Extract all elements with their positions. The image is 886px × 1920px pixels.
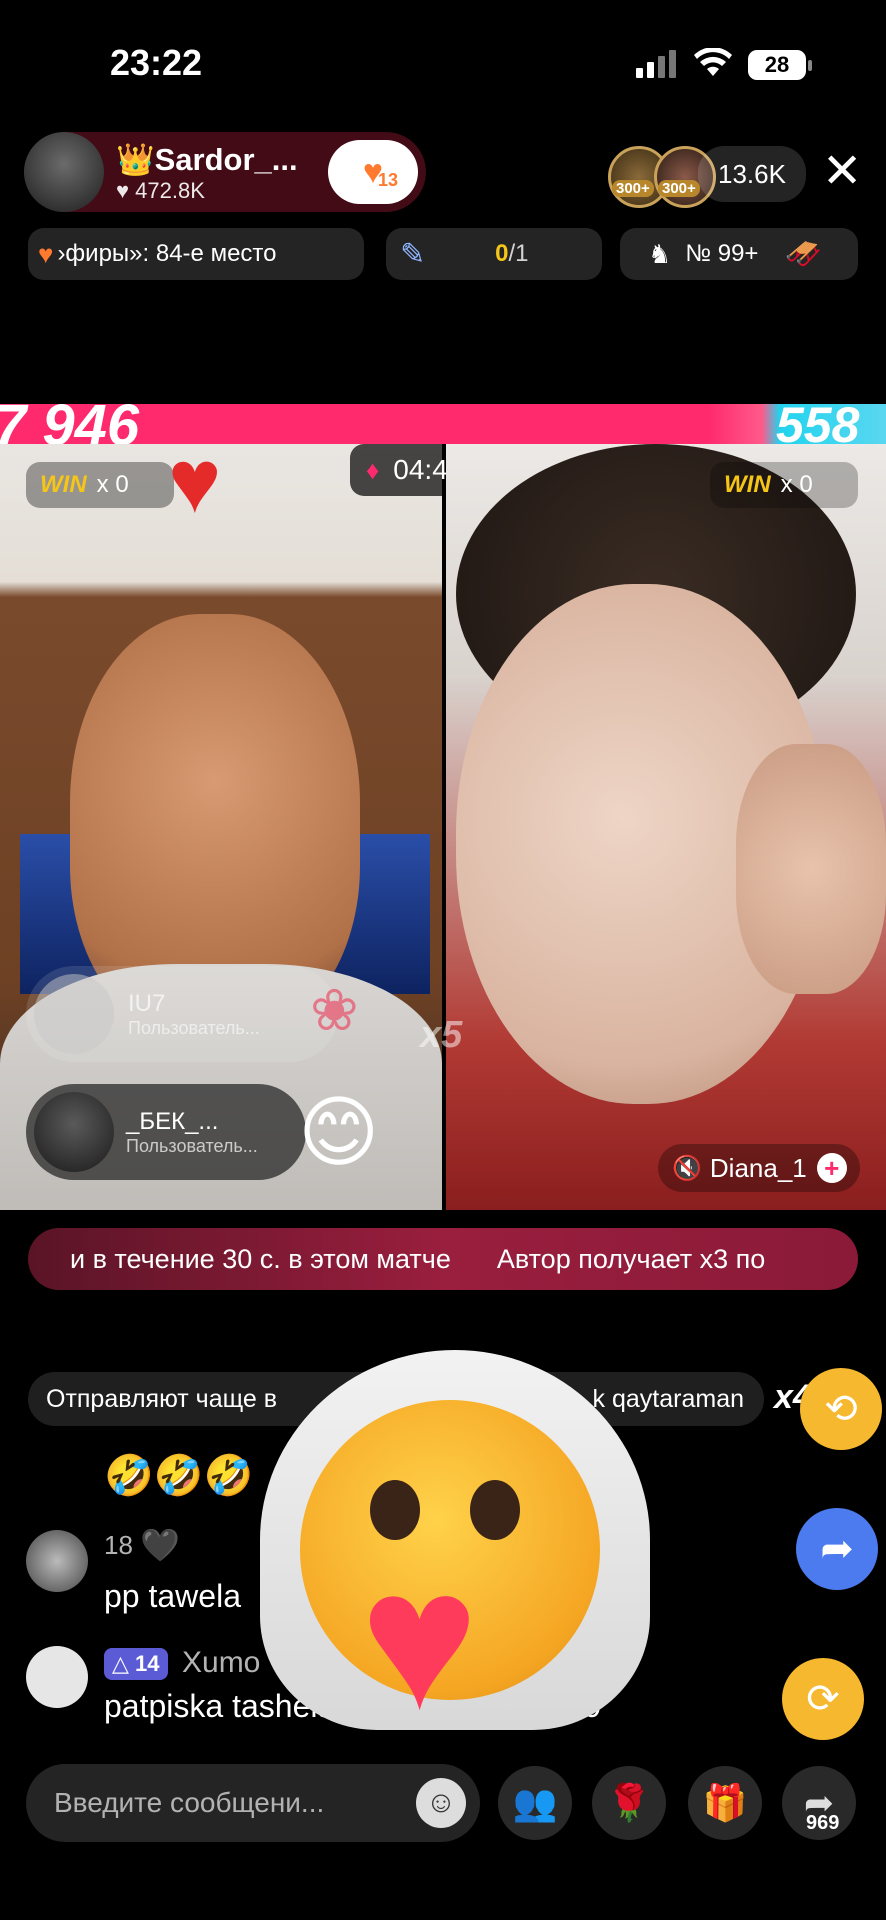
close-icon[interactable]: ✕ [822, 148, 862, 196]
multiplier-x5: x5 [420, 1014, 463, 1056]
battery-level: 28 [764, 52, 790, 77]
share-button[interactable]: ➦ [796, 1508, 878, 1590]
ticker-text-2: Автор получает x3 по [496, 1243, 766, 1274]
right-streamer-tag[interactable]: 🔇 Diana_1 + [658, 1144, 860, 1192]
chat-user-1: 🖤 [140, 1527, 180, 1563]
gift-animation: ♥ [250, 1340, 660, 1760]
wifi-icon [694, 47, 732, 78]
left-win-count: x 0 [96, 471, 129, 498]
host-name: 👑Sardor_... [116, 141, 298, 177]
viewer-count-text: 13.6K [718, 158, 786, 189]
share-count: 969 [806, 1812, 840, 1834]
chat-level-badge-2: △ 14 [104, 1648, 168, 1680]
guest-item-1[interactable]: IU7 Пользователь... [26, 966, 338, 1062]
right-video[interactable] [446, 444, 886, 1210]
battle-ticker: и в течение 30 с. в этом матче Автор пол… [28, 1228, 858, 1290]
gift-button[interactable]: 🎁 [688, 1766, 762, 1840]
message-placeholder: Введите сообщени... [54, 1787, 325, 1818]
chat-level-1: 18 [104, 1530, 133, 1560]
heart-effect: ♥ [168, 432, 222, 532]
right-streamer-name: Diana_1 [709, 1152, 807, 1183]
status-time: 23:22 [110, 42, 203, 83]
ranking-pill[interactable]: ♥ ›фиры»: 84-е место [28, 228, 364, 280]
chat-avatar-1[interactable] [26, 1530, 88, 1592]
guest-avatar-1[interactable] [34, 974, 114, 1054]
host-likes: ♥ 472.8K [116, 177, 205, 203]
repeat-gift-button[interactable]: ⟲ [800, 1368, 882, 1450]
chat-avatar-2[interactable] [26, 1646, 88, 1708]
right-win-label: WIN [724, 471, 771, 498]
sleigh-icon: 🛷 [784, 237, 822, 271]
rank-number: № 99+ [685, 240, 759, 267]
muted-speaker-icon: 🔇 [672, 1154, 702, 1182]
guest-avatar-2[interactable] [34, 1092, 114, 1172]
feather-icon: ✎ [400, 237, 426, 271]
viewer-count[interactable]: 13.6K [698, 146, 806, 202]
follow-button[interactable]: ♥ 13 [328, 140, 418, 204]
broken-heart-icon: ♥ [38, 238, 54, 269]
guest-sub-2: Пользователь... [126, 1135, 258, 1156]
challenge-pill[interactable]: ✎ 0/1 [386, 228, 602, 280]
chat-text-1: pp tawela [104, 1578, 241, 1614]
ninja-icon: ♞ [648, 238, 672, 269]
repost-button[interactable]: ⟳ [782, 1658, 864, 1740]
challenge-total: /1 [508, 240, 529, 267]
guest-sub-1: Пользователь... [128, 1017, 260, 1038]
emoji-icon[interactable]: ☺ [416, 1778, 466, 1828]
chat-user-2: Xumo [182, 1646, 261, 1679]
add-icon[interactable]: + [816, 1153, 847, 1183]
top-viewer-badge-2: 300+ [658, 180, 700, 197]
host-avatar[interactable] [24, 132, 104, 212]
message-input[interactable]: Введите сообщени... ☺ [26, 1764, 480, 1842]
follow-count: 13 [378, 170, 399, 190]
multi-guest-button[interactable]: 👥 [498, 1766, 572, 1840]
host-pill[interactable]: 👑Sardor_... ♥ 472.8K ♥ 13 [24, 132, 426, 212]
guest-name-2: _БЕК_... [126, 1107, 219, 1135]
right-win-badge: WIN x 0 [710, 462, 858, 508]
rose-icon: ❀ [310, 978, 359, 1043]
guest-item-2[interactable]: _БЕК_... Пользователь... [26, 1084, 306, 1180]
ranking-text: ›фиры»: 84-е место [57, 240, 277, 267]
guest-gift-emoji: 😊 [298, 1088, 380, 1176]
right-win-count: x 0 [780, 471, 813, 498]
battle-icon: ♦ [366, 454, 380, 485]
rank-pill[interactable]: ♞ № 99+ 🛷 [620, 228, 858, 280]
guest-name-1: IU7 [128, 989, 166, 1017]
left-win-label: WIN [40, 471, 87, 498]
chat-level-2: 14 [135, 1651, 160, 1676]
rose-gift-button[interactable]: 🌹 [592, 1766, 666, 1840]
battery-icon: 28 [748, 50, 806, 80]
signal-icon [636, 50, 680, 78]
top-viewer-badge-1: 300+ [612, 180, 654, 197]
left-win-badge: WIN x 0 [26, 462, 174, 508]
gift-banner-text: Отправляют чаще в [46, 1384, 278, 1413]
challenge-current: 0 [495, 240, 509, 267]
ticker-text-1: и в течение 30 с. в этом матче [70, 1243, 451, 1274]
chat-emoji-line: 🤣🤣🤣 [104, 1454, 254, 1498]
